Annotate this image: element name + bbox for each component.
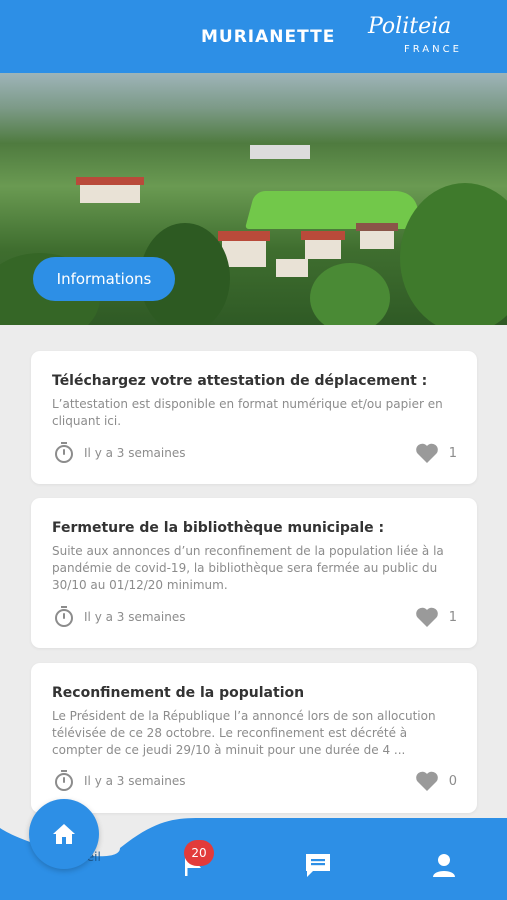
- logo-brand: Politeia: [368, 14, 452, 39]
- news-time: Il y a 3 semaines: [84, 610, 186, 624]
- news-card[interactable]: Téléchargez votre attestation de déplace…: [31, 351, 477, 484]
- hero-house: [222, 239, 266, 267]
- hero-roof: [301, 231, 345, 240]
- hero-field: [244, 191, 426, 229]
- stopwatch-icon: [55, 606, 73, 627]
- news-description: Le Président de la République l’a annonc…: [52, 709, 436, 757]
- logo-subtitle: FRANCE: [404, 44, 462, 55]
- nav-profile[interactable]: [428, 850, 460, 880]
- app-header: MURIANETTE Politeia FRANCE: [0, 0, 507, 73]
- hero-house: [360, 229, 394, 249]
- stopwatch-icon: [55, 770, 73, 791]
- like-button[interactable]: 0: [415, 770, 457, 792]
- hero-roof: [76, 177, 144, 185]
- user-icon: [433, 854, 455, 877]
- news-title: Fermeture de la bibliothèque municipale …: [52, 520, 385, 536]
- heart-icon: [415, 771, 438, 791]
- hero-roof: [218, 231, 270, 241]
- like-count: 0: [448, 773, 457, 789]
- news-description: L’attestation est disponible en format n…: [52, 397, 443, 428]
- like-button[interactable]: 1: [415, 442, 457, 464]
- home-icon: [53, 824, 75, 844]
- chat-icon: [306, 854, 330, 877]
- hero-building: [250, 145, 310, 159]
- page-title: MURIANETTE: [201, 27, 336, 47]
- alerts-badge: 20: [184, 840, 214, 866]
- news-meta: Il y a 3 semaines: [52, 605, 185, 629]
- like-count: 1: [448, 445, 457, 461]
- hero-house: [276, 259, 308, 277]
- stopwatch-icon: [55, 442, 73, 463]
- nav-messages[interactable]: [302, 850, 334, 880]
- informations-button[interactable]: Informations: [33, 257, 175, 301]
- like-button[interactable]: 1: [415, 606, 457, 628]
- news-meta: Il y a 3 semaines: [52, 769, 185, 793]
- news-time: Il y a 3 semaines: [84, 446, 186, 460]
- hero-house: [80, 183, 140, 203]
- news-time: Il y a 3 semaines: [84, 774, 186, 788]
- news-description: Suite aux annonces d’un reconfinement de…: [52, 544, 444, 592]
- hero-roof: [356, 223, 398, 231]
- heart-icon: [415, 443, 438, 463]
- hero-house: [305, 239, 341, 259]
- news-card[interactable]: Fermeture de la bibliothèque municipale …: [31, 498, 477, 648]
- news-card[interactable]: Reconfinement de la population Le Présid…: [31, 663, 477, 813]
- news-title: Reconfinement de la population: [52, 685, 305, 701]
- heart-icon: [415, 607, 438, 627]
- news-meta: Il y a 3 semaines: [52, 441, 185, 465]
- home-button[interactable]: [29, 799, 99, 869]
- hero-tree: [310, 263, 390, 325]
- politeia-logo[interactable]: Politeia FRANCE: [368, 14, 478, 60]
- news-title: Téléchargez votre attestation de déplace…: [52, 373, 428, 389]
- like-count: 1: [448, 609, 457, 625]
